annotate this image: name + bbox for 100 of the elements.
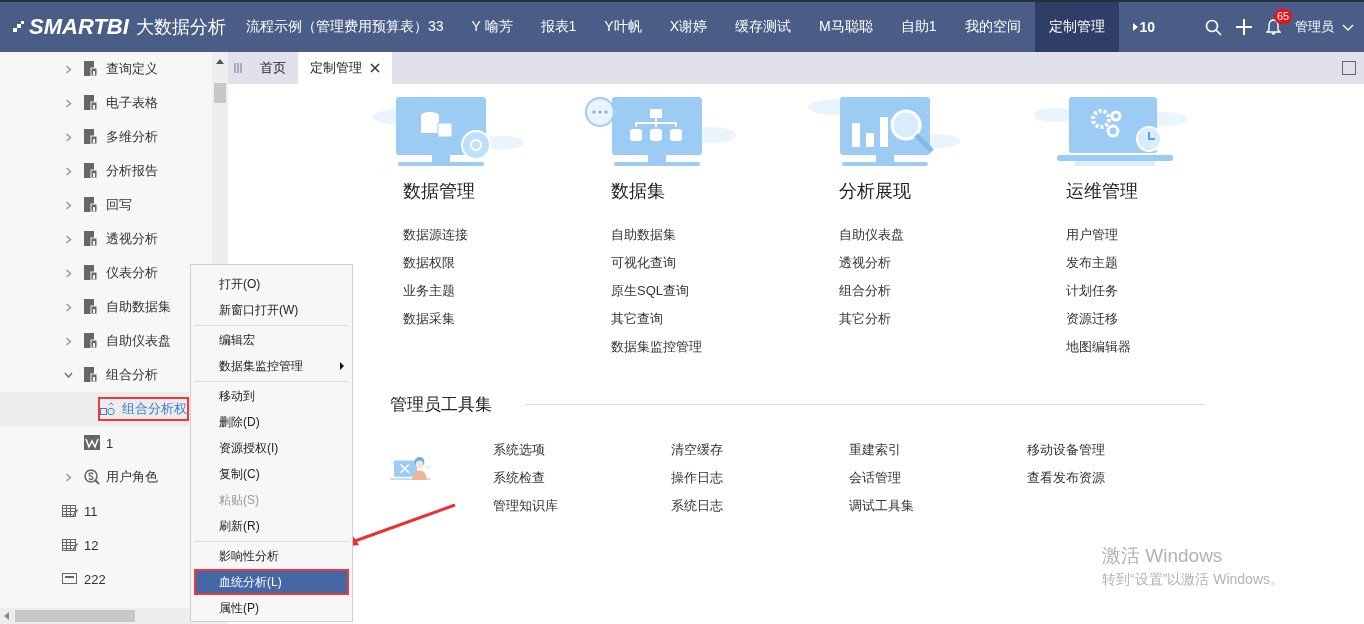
tool-link[interactable]: 清空缓存 [671,436,723,464]
tree-label: 组合分析 [106,366,158,384]
menu-item[interactable]: 血统分析(L) [194,569,349,595]
nav-tab[interactable]: 自助1 [886,2,951,52]
menu-item[interactable]: 删除(D) [194,409,349,435]
caret-icon [1132,23,1138,31]
tree-folder[interactable]: 用户角色 [0,460,190,494]
menu-item[interactable]: 影响性分析 [194,543,349,569]
menu-item[interactable]: 刷新(R) [194,513,349,539]
nav-tab[interactable]: Y 喻芳 [457,2,527,52]
form-icon [62,571,78,587]
tree-folder[interactable]: 分析报告 [0,154,190,188]
folder-icon [84,265,100,281]
module-link[interactable]: 可视化查询 [611,249,676,277]
module-link[interactable]: 数据源连接 [403,221,468,249]
tool-link[interactable]: 系统选项 [493,436,545,464]
folder-icon [84,61,100,77]
tree-label: 自助数据集 [106,298,171,316]
scroll-left-icon[interactable] [4,612,9,620]
tab[interactable]: 首页 [248,52,298,84]
tool-link[interactable]: 查看发布资源 [1027,464,1105,492]
tool-link[interactable]: 调试工具集 [849,492,914,520]
menu-item[interactable]: 数据集监控管理 [194,353,349,379]
nav-tab[interactable]: 报表1 [526,2,591,52]
user-menu[interactable]: 管理员 [1295,18,1354,36]
bell-icon [1266,19,1281,35]
tree-folder[interactable]: 回写 [0,188,190,222]
tree-item[interactable]: 222 [0,562,190,596]
activation-title: 激活 Windows [1102,544,1224,568]
menu-item[interactable]: 移动到 [194,383,349,409]
tree-label: 12 [84,537,99,553]
menu-item[interactable]: 资源授权(I) [194,435,349,461]
folder-icon [84,231,100,247]
maximize-icon[interactable] [1342,61,1356,75]
module-title: 运维管理 [1066,180,1139,203]
chevron-right-icon [63,234,73,244]
chevron-right-icon [63,472,73,482]
tool-link[interactable]: 移动设备管理 [1027,436,1105,464]
nav-tab[interactable]: 缓存测试 [721,2,806,52]
module-link[interactable]: 数据权限 [403,249,455,277]
tree-folder[interactable]: 多维分析 [0,120,190,154]
nav-tab[interactable]: M马聪聪 [805,2,887,52]
module-link[interactable]: 自助数据集 [611,221,676,249]
folder-icon [84,129,100,145]
tree-folder[interactable]: 自助仪表盘 [0,324,190,358]
module-link[interactable]: 用户管理 [1066,221,1118,249]
tree-label: 多维分析 [106,128,158,146]
tree-item[interactable]: 组合分析权 [0,392,190,426]
folder-icon [84,163,100,179]
close-icon [370,63,380,73]
tree-item[interactable]: 1 [0,426,190,460]
overflow-count[interactable]: 10 [1139,19,1156,35]
tree-folder[interactable]: 电子表格 [0,86,190,120]
nav-tab[interactable]: X谢婷 [655,2,722,52]
nav-tab[interactable]: 我的空间 [950,2,1035,52]
tree-label: 自助仪表盘 [106,332,171,350]
tree-folder[interactable]: 组合分析 [0,358,190,392]
nav-tab[interactable]: 定制管理 [1034,2,1119,52]
menu-item[interactable]: 属性(P) [194,595,349,621]
tree-item[interactable]: 12 [0,528,190,562]
module-link[interactable]: 计划任务 [1066,277,1118,305]
module-link[interactable]: 自助仪表盘 [839,221,904,249]
tree-folder[interactable]: 自助数据集 [0,290,190,324]
tree-folder[interactable]: 查询定义 [0,52,190,86]
spreadsheet-icon [62,537,78,553]
tool-link[interactable]: 系统日志 [671,492,723,520]
tool-link[interactable]: 会话管理 [849,464,901,492]
tree-label: 用户角色 [106,468,158,486]
module-link[interactable]: 原生SQL查询 [611,277,689,305]
menu-item[interactable]: 新窗口打开(W) [194,297,349,323]
menu-item[interactable]: 打开(O) [194,271,349,297]
tab[interactable]: 定制管理 [298,52,392,84]
module-link[interactable]: 资源迁移 [1066,305,1118,333]
nav-tab[interactable]: 流程示例（管理费用预算表）33 [232,2,458,52]
module-link[interactable]: 透视分析 [839,249,891,277]
module-link[interactable]: 地图编辑器 [1066,333,1131,361]
tool-link[interactable]: 操作日志 [671,464,723,492]
tool-link[interactable]: 系统检查 [493,464,545,492]
module-link[interactable]: 其它查询 [611,305,663,333]
tree-item[interactable]: 11 [0,494,190,528]
tree-folder[interactable]: 仪表分析 [0,256,190,290]
scroll-thumb[interactable] [214,83,226,103]
tool-link[interactable]: 重建索引 [849,436,901,464]
module-link[interactable]: 数据采集 [403,305,455,333]
module-link[interactable]: 数据集监控管理 [611,333,702,361]
module-link[interactable]: 发布主题 [1066,249,1118,277]
module-link[interactable]: 其它分析 [839,305,891,333]
module-link[interactable]: 组合分析 [839,277,891,305]
menu-item[interactable]: 编辑宏 [194,327,349,353]
module-link[interactable]: 业务主题 [403,277,455,305]
nav-tab[interactable]: Y叶帆 [590,2,656,52]
scroll-thumb[interactable] [15,610,135,622]
folder-icon [84,367,100,383]
tree-label: 回写 [106,196,132,214]
tree-folder[interactable]: 透视分析 [0,222,190,256]
tree-label: 11 [84,503,98,519]
menu-item[interactable]: 复制(C) [194,461,349,487]
tool-link[interactable]: 管理知识库 [493,492,558,520]
folder-icon [84,95,100,111]
submenu-arrow-icon [340,362,344,370]
